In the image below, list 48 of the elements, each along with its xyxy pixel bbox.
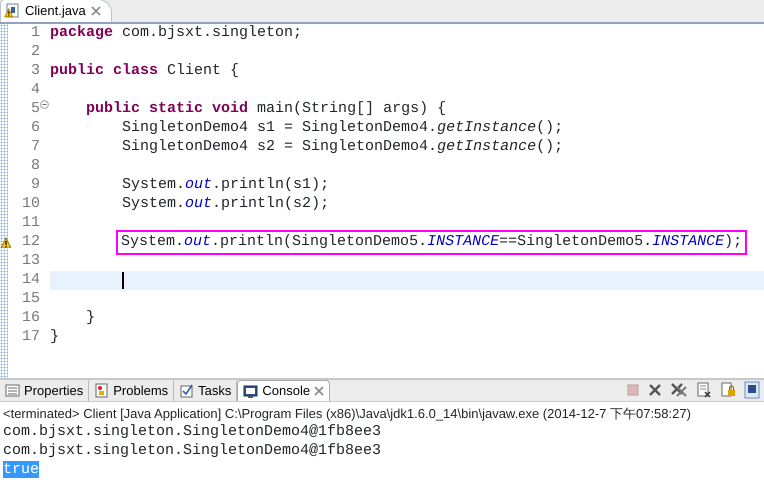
line-number: 7	[30, 137, 40, 158]
monitor-icon	[243, 384, 258, 398]
editor-tab[interactable]: Client.java	[0, 0, 112, 22]
line-number: 16	[22, 308, 40, 328]
code-line: package com.bjsxt.singleton;	[50, 23, 302, 44]
text-cursor	[122, 272, 124, 289]
line-number: 8	[30, 156, 40, 176]
code-line: public static void main(String[] args) {	[85, 99, 446, 120]
panel-tab[interactable]: Tasks	[174, 380, 238, 401]
console-status: <terminated> Client [Java Application] C:\Program Files (x86)\Java\jdk1.6.0_14\bin\javaw.exe (2014-12-7 下午07:58:27)	[2, 405, 692, 422]
remove-all-icon[interactable]	[670, 382, 688, 398]
line-number: 12	[22, 232, 40, 252]
line-number: 5	[30, 99, 40, 120]
close-icon[interactable]	[314, 386, 324, 396]
line-number: 3	[30, 61, 40, 82]
console-output-line: com.bjsxt.singleton.SingletonDemo4@1fb8ee3	[3, 442, 382, 459]
problems-icon	[94, 383, 110, 398]
line-number: 15	[22, 289, 40, 310]
line-number: 9	[30, 175, 40, 196]
collapse-icon[interactable]	[40, 100, 49, 109]
code-line: }	[50, 327, 60, 348]
panel-tab[interactable]: Console	[237, 380, 330, 401]
close-icon[interactable]	[90, 6, 101, 16]
panel-tab[interactable]: Properties	[0, 380, 90, 401]
line-number: 17	[22, 327, 40, 348]
clear-console-icon[interactable]	[696, 382, 712, 398]
line-number: 2	[30, 42, 40, 62]
code-line: System.out.println(s1);	[121, 175, 330, 196]
line-number: 10	[22, 194, 40, 214]
line-number: 4	[30, 80, 40, 100]
checkbox-icon	[179, 383, 194, 398]
line-number: 6	[30, 118, 40, 138]
highlighted-code-line: System.out.println(SingletonDemo5.INSTANCE==SingletonDemo5.INSTANCE);	[118, 232, 746, 253]
code-line: }	[85, 308, 96, 328]
list-icon	[5, 383, 20, 398]
line-number: 11	[22, 213, 40, 234]
remove-icon[interactable]	[648, 383, 662, 397]
code-line: SingletonDemo4 s2 = SingletonDemo4.getInstance();	[121, 137, 564, 158]
panel-tab[interactable]: Problems	[89, 380, 174, 401]
console-output-line: com.bjsxt.singleton.SingletonDemo4@1fb8ee3	[3, 423, 382, 440]
pin-console-icon[interactable]	[744, 381, 760, 399]
code-line: System.out.println(s2);	[121, 194, 330, 214]
line-number: 13	[22, 251, 40, 272]
line-number: 14	[22, 270, 40, 290]
code-line: SingletonDemo4 s1 = SingletonDemo4.getInstance();	[121, 118, 564, 138]
code-line: public class Client {	[50, 61, 240, 82]
line-number: 1	[30, 23, 40, 44]
lock-icon[interactable]	[720, 382, 736, 398]
